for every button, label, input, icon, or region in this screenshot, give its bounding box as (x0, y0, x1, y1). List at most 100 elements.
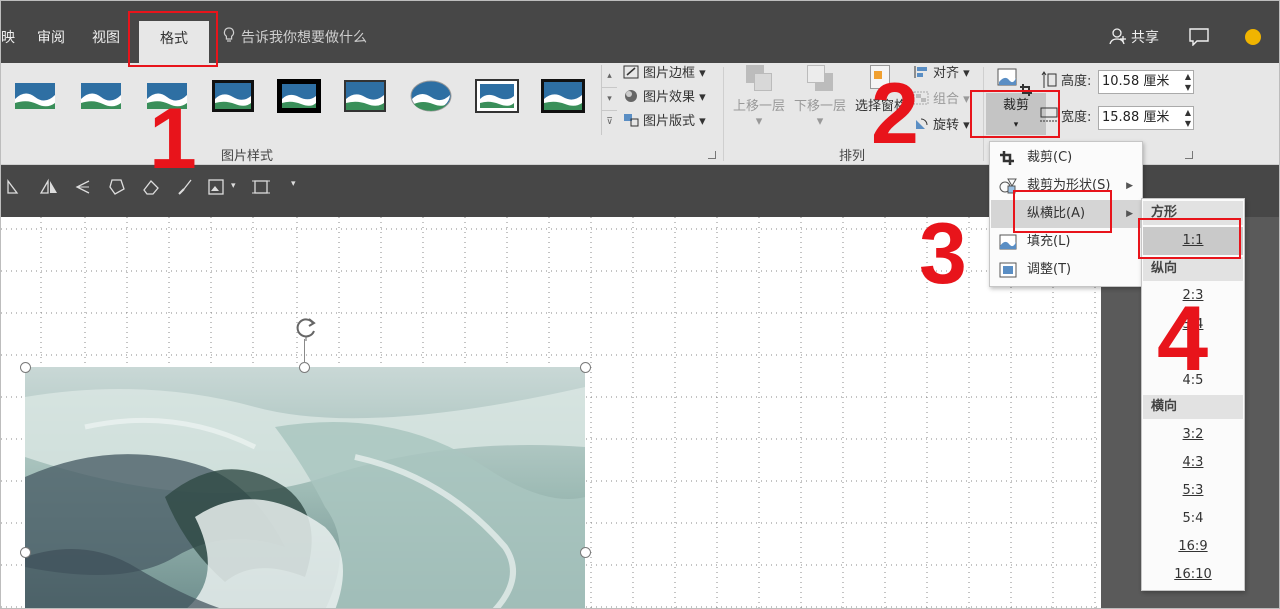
annotation-step-1: 1 (149, 91, 197, 187)
menu-item-fit-label: 调整(T) (1027, 262, 1072, 277)
rotate-left-icon[interactable] (5, 177, 25, 197)
picture-layout-icon (624, 114, 639, 127)
rotate-button[interactable]: 旋转 ▾ (913, 115, 970, 137)
group-button[interactable]: 组合 ▾ (913, 89, 970, 111)
powerpoint-window: 映 审阅 视图 格式 告诉我你想要做什么 共享 ▴ ▾ ⊽ 图片边框 ▾ 图片效… (0, 0, 1280, 609)
ratio-item-16-10[interactable]: 16:10 (1143, 561, 1243, 589)
tell-me-text: 告诉我你想要做什么 (241, 30, 367, 46)
ratio-item-4-3[interactable]: 4:3 (1143, 449, 1243, 477)
wave-picture[interactable] (25, 367, 585, 609)
crop-icon (1000, 151, 1014, 165)
ratio-item-3-2[interactable]: 3:2 (1143, 421, 1243, 449)
resize-handle-top[interactable] (299, 362, 310, 373)
resize-handle-right[interactable] (580, 547, 591, 558)
bring-forward-label: 上移一层 (732, 99, 785, 114)
tab-review[interactable]: 审阅 (37, 23, 65, 53)
person-icon (1109, 28, 1126, 45)
submenu-arrow-icon: ▶ (1126, 181, 1133, 191)
resize-handle-top-right[interactable] (580, 362, 591, 373)
rotate-handle-stem (304, 339, 305, 363)
group-label-arrange: 排列 (839, 149, 866, 164)
height-spinner[interactable]: ▲ ▼ (1185, 71, 1191, 93)
picture-border-button[interactable]: 图片边框 ▾ (623, 63, 706, 85)
align-button[interactable]: 对齐 ▾ (913, 63, 970, 85)
comment-icon[interactable] (1189, 28, 1209, 46)
format-painter-icon[interactable] (107, 177, 127, 197)
height-field[interactable]: 10.58 厘米 ▲ ▼ (1098, 70, 1194, 94)
ratio-item-16-9[interactable]: 16:9 (1143, 533, 1243, 561)
tab-view[interactable]: 视图 (92, 23, 120, 53)
picture-style-thumb[interactable] (475, 79, 519, 113)
lightbulb-icon (223, 27, 237, 50)
annotation-box-crop-button (970, 90, 1060, 138)
resize-handle-left[interactable] (20, 547, 31, 558)
submenu-arrow-icon: ▶ (1126, 209, 1133, 219)
send-backward-label: 下移一层 (793, 99, 846, 114)
share-label: 共享 (1131, 30, 1159, 46)
send-backward-button[interactable]: 下移一层 ▾ (790, 63, 850, 129)
annotation-box-ratio-1-1 (1138, 218, 1241, 259)
bring-forward-button[interactable]: 上移一层 ▾ (729, 63, 789, 129)
align-label: 对齐 (933, 66, 960, 81)
picture-layout-label: 图片版式 (643, 114, 696, 129)
customize-toolbar-icon[interactable]: ▾ (291, 179, 296, 189)
picture-effects-label: 图片效果 (643, 90, 696, 105)
picture-style-thumb[interactable] (541, 79, 585, 113)
annotation-step-2: 2 (871, 66, 919, 162)
gallery-scrollbar[interactable]: ▴ ▾ ⊽ (601, 65, 617, 135)
avatar[interactable] (1245, 29, 1261, 45)
picture-border-label: 图片边框 (643, 66, 696, 81)
annotation-box-format-tab (128, 11, 218, 67)
menu-item-fill-label: 填充(L) (1027, 234, 1071, 249)
share-button[interactable]: 共享 (1109, 25, 1159, 51)
picture-effects-button[interactable]: 图片效果 ▾ (623, 87, 706, 109)
tell-me-search[interactable]: 告诉我你想要做什么 (223, 27, 367, 49)
crop-frame-icon[interactable] (251, 177, 271, 197)
ratio-header-landscape: 横向 (1143, 395, 1243, 419)
picture-options-icon[interactable] (207, 177, 227, 197)
annotation-step-3: 3 (919, 206, 967, 302)
menu-item-crop-label: 裁剪(C) (1027, 150, 1073, 165)
fit-picture-icon (999, 262, 1017, 278)
picture-styles-gallery (1, 65, 601, 137)
picture-style-thumb[interactable] (277, 79, 321, 113)
annotation-box-aspect-ratio (1013, 190, 1112, 233)
ratio-header-portrait: 纵向 (1143, 257, 1243, 281)
width-value: 15.88 厘米 (1102, 110, 1170, 125)
group-separator (723, 67, 724, 161)
menu-item-fit[interactable]: 调整(T) (991, 256, 1141, 284)
picture-border-icon (623, 65, 639, 79)
size-launcher-icon[interactable] (1185, 151, 1193, 159)
annotation-step-4: 4 (1157, 288, 1209, 390)
width-field[interactable]: 15.88 厘米 ▲ ▼ (1098, 106, 1194, 130)
menu-item-crop[interactable]: 裁剪(C) (991, 144, 1141, 172)
picture-style-thumb[interactable] (13, 79, 57, 113)
width-spinner[interactable]: ▲ ▼ (1185, 107, 1191, 129)
flip-vertical-icon[interactable] (73, 177, 93, 197)
resize-handle-top-left[interactable] (20, 362, 31, 373)
send-backward-icon (805, 63, 835, 93)
dropdown-chevron-icon[interactable]: ▾ (231, 181, 236, 191)
gallery-more-icon[interactable]: ⊽ (602, 111, 617, 134)
bring-forward-icon (744, 63, 774, 93)
picture-layout-button[interactable]: 图片版式 ▾ (623, 111, 706, 133)
tab-slideshow-partial[interactable]: 映 (1, 23, 15, 53)
picture-style-thumb[interactable] (79, 79, 123, 113)
height-value: 10.58 厘米 (1102, 74, 1170, 89)
picture-style-thumb[interactable] (211, 79, 255, 113)
picture-effects-icon (625, 90, 637, 102)
ratio-item-5-4[interactable]: 5:4 (1143, 505, 1243, 533)
gallery-up-icon[interactable]: ▴ (602, 65, 617, 88)
rotate-handle-icon[interactable] (293, 315, 319, 341)
picture-styles-launcher-icon[interactable] (708, 151, 716, 159)
height-label: 高度: (1061, 74, 1092, 89)
ratio-item-5-3[interactable]: 5:3 (1143, 477, 1243, 505)
group-label: 组合 (933, 92, 960, 107)
flip-horizontal-icon[interactable] (39, 177, 59, 197)
height-icon (1041, 71, 1057, 88)
crop-picture-icon (997, 67, 1019, 89)
picture-style-thumb[interactable] (343, 79, 387, 113)
fill-picture-icon (999, 234, 1017, 250)
gallery-down-icon[interactable]: ▾ (602, 88, 617, 111)
picture-style-thumb[interactable] (409, 79, 453, 113)
